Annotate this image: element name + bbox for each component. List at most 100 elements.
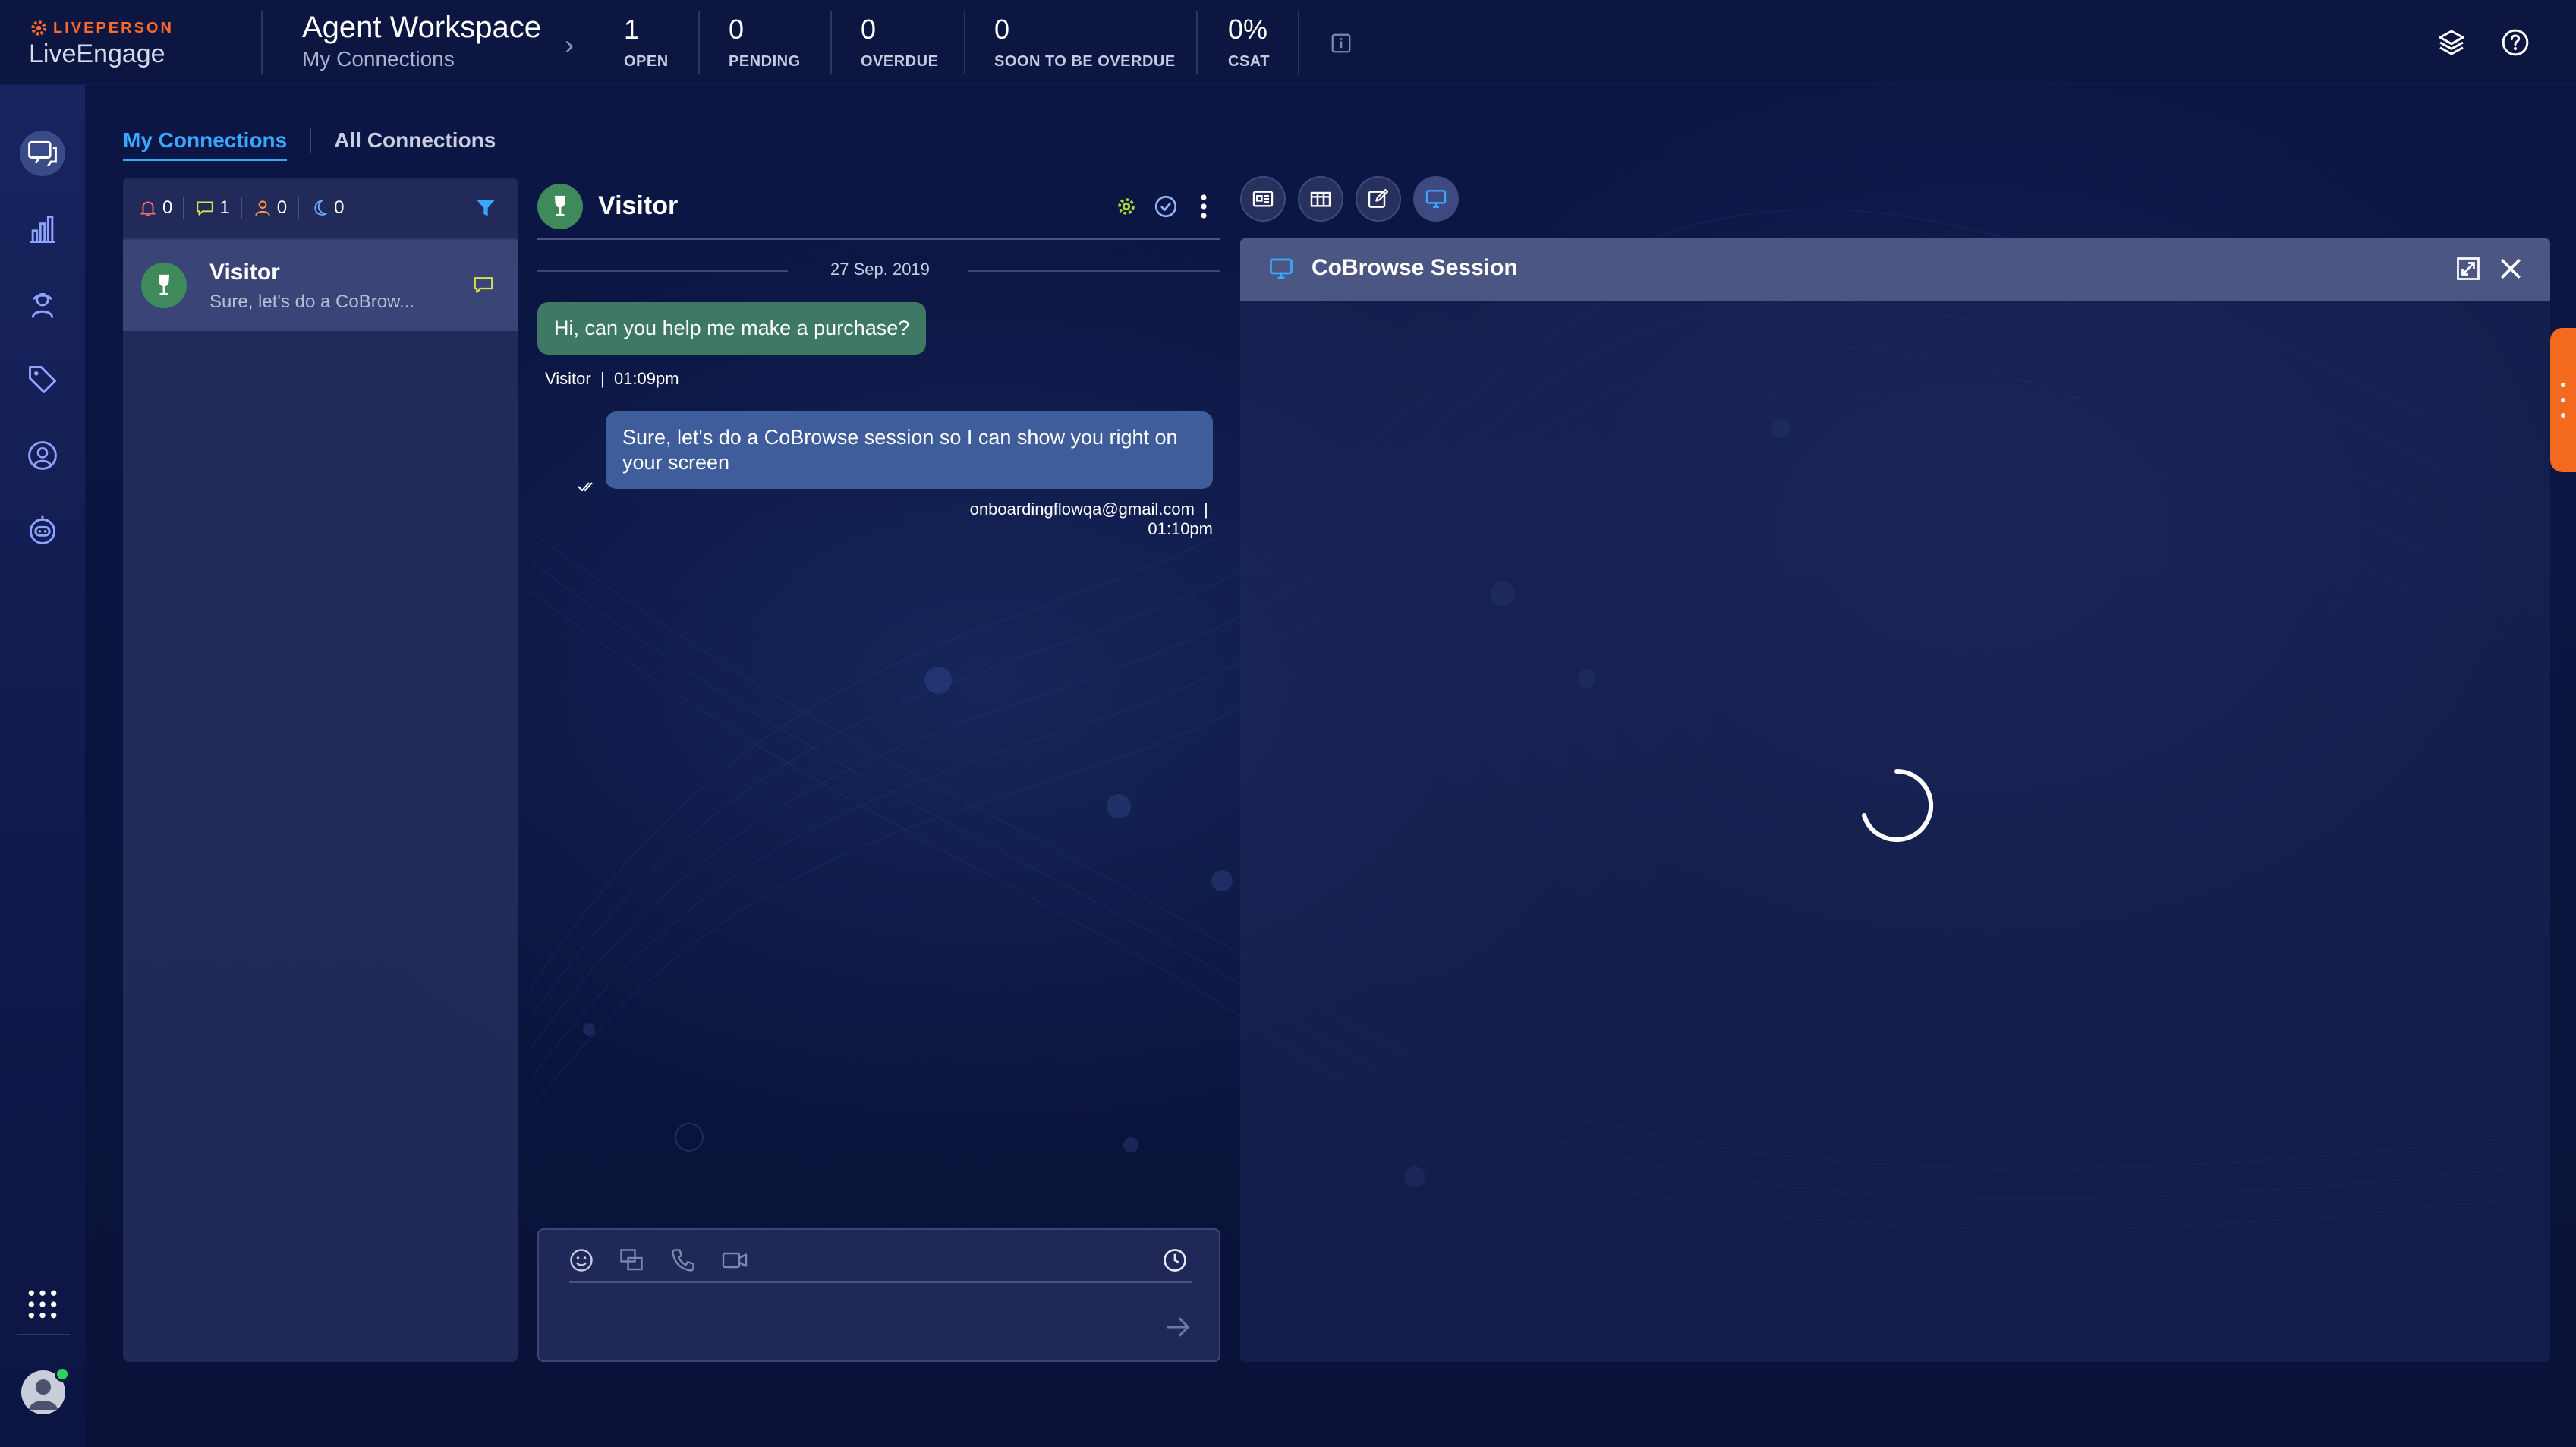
tab-all-connections[interactable]: All Connections bbox=[334, 128, 496, 153]
emoji-icon[interactable] bbox=[568, 1247, 595, 1274]
visitor-message: Hi, can you help me make a purchase? bbox=[537, 302, 927, 355]
stat-pending[interactable]: 0 PENDING bbox=[729, 14, 801, 71]
analytics-icon bbox=[30, 216, 55, 243]
widget-cobrowse-button[interactable] bbox=[1413, 176, 1459, 222]
widget-consumer-info-button[interactable] bbox=[1240, 176, 1286, 222]
side-drawer-handle[interactable] bbox=[2550, 328, 2576, 472]
canned-response-icon[interactable] bbox=[618, 1247, 645, 1274]
divider bbox=[964, 11, 965, 74]
layers-icon[interactable] bbox=[2436, 27, 2467, 58]
phone-icon[interactable] bbox=[669, 1247, 697, 1274]
rail-apps[interactable] bbox=[20, 1281, 65, 1327]
rail-agent-manager[interactable] bbox=[20, 282, 65, 328]
stat-overdue-value: 0 bbox=[861, 14, 877, 45]
widget-notes-button[interactable] bbox=[1356, 176, 1401, 222]
clock-icon[interactable] bbox=[1161, 1247, 1189, 1274]
video-icon[interactable] bbox=[721, 1247, 748, 1274]
rail-contacts[interactable] bbox=[20, 433, 65, 478]
list-item[interactable]: Visitor Sure, let's do a CoBrow... bbox=[123, 240, 518, 331]
rail-bots[interactable] bbox=[20, 507, 65, 553]
stat-soon-overdue[interactable]: 0 SOON TO BE OVERDUE bbox=[994, 14, 1176, 71]
cobrowse-icon bbox=[1270, 258, 1293, 279]
liveperson-gear-icon bbox=[31, 20, 46, 36]
expand-icon[interactable] bbox=[2455, 255, 2482, 282]
divider bbox=[1298, 11, 1299, 74]
tab-my-connections[interactable]: My Connections bbox=[123, 128, 288, 161]
counter-alerts[interactable]: 0 bbox=[138, 197, 172, 219]
chat-icon bbox=[474, 277, 493, 294]
chat-icon bbox=[197, 201, 214, 216]
cobrowse-panel: CoBrowse Session bbox=[1240, 238, 2550, 1362]
divider bbox=[537, 270, 788, 272]
stat-pending-value: 0 bbox=[729, 14, 745, 45]
more-options-icon[interactable] bbox=[1190, 193, 1217, 220]
read-receipt-icon bbox=[578, 482, 593, 492]
chat-date: 27 Sep. 2019 bbox=[830, 260, 930, 279]
close-icon[interactable] bbox=[2496, 254, 2526, 284]
message-time: 01:09pm bbox=[613, 369, 679, 388]
resolve-check-icon[interactable] bbox=[1152, 193, 1179, 220]
wine-glass-icon bbox=[158, 274, 170, 295]
divider bbox=[1196, 11, 1198, 74]
rail-tags[interactable] bbox=[20, 357, 65, 402]
stat-open[interactable]: 1 OPEN bbox=[624, 14, 669, 71]
divider bbox=[17, 1334, 70, 1335]
stat-soon-overdue-value: 0 bbox=[994, 14, 1010, 45]
stat-csat[interactable]: 0% CSAT bbox=[1228, 14, 1270, 71]
bell-icon bbox=[140, 201, 156, 216]
counter-chats-value: 1 bbox=[219, 197, 230, 218]
workspace-title: Agent Workspace bbox=[302, 11, 541, 44]
visitor-avatar bbox=[141, 263, 187, 308]
stat-open-value: 1 bbox=[624, 14, 640, 45]
list-counters: 0 1 0 0 bbox=[123, 178, 518, 240]
divider bbox=[830, 11, 832, 74]
visitor-message-meta: Visitor | 01:09pm bbox=[545, 369, 679, 389]
stat-soon-overdue-label: SOON TO BE OVERDUE bbox=[994, 53, 1176, 70]
stat-overdue-label: OVERDUE bbox=[861, 53, 939, 70]
agent-icon bbox=[31, 292, 54, 318]
widget-transcript-button[interactable] bbox=[1298, 176, 1343, 222]
stat-overdue[interactable]: 0 OVERDUE bbox=[861, 14, 938, 71]
rail-conversations[interactable] bbox=[20, 131, 65, 176]
engagement-gear-icon[interactable] bbox=[1113, 193, 1140, 220]
cobrowse-icon bbox=[1425, 190, 1447, 208]
help-icon[interactable] bbox=[2500, 27, 2530, 58]
meta-separator: | bbox=[595, 369, 609, 388]
chevron-right-icon[interactable]: › bbox=[565, 29, 574, 61]
connection-tabs: My Connections All Connections bbox=[123, 121, 496, 161]
message-composer bbox=[537, 1228, 1220, 1362]
counter-persons-value: 0 bbox=[276, 197, 288, 218]
counter-chats[interactable]: 1 bbox=[195, 197, 230, 219]
meta-separator: | bbox=[1199, 500, 1213, 519]
message-input[interactable] bbox=[569, 1303, 1131, 1345]
rail-analytics[interactable] bbox=[20, 206, 65, 252]
apps-grid-icon bbox=[28, 1290, 57, 1319]
notes-icon bbox=[1368, 188, 1389, 208]
counter-away-value: 0 bbox=[334, 197, 345, 218]
visitor-avatar bbox=[537, 184, 583, 229]
list-item-snippet: Sure, let's do a CoBrow... bbox=[209, 292, 415, 312]
top-bar: LIVEPERSON LiveEngage Agent Workspace My… bbox=[0, 0, 2576, 85]
brand-product: LiveEngage bbox=[29, 39, 165, 68]
divider bbox=[310, 128, 312, 153]
consumer-info-icon bbox=[1252, 191, 1274, 207]
loading-spinner-icon bbox=[1862, 769, 1934, 842]
counter-away[interactable]: 0 bbox=[310, 197, 344, 219]
counter-alerts-value: 0 bbox=[162, 197, 173, 218]
counter-persons[interactable]: 0 bbox=[253, 197, 287, 219]
agent-message-meta: onboardingflowqa@gmail.com | 01:10pm bbox=[900, 500, 1213, 539]
moon-icon bbox=[314, 200, 327, 216]
contacts-icon bbox=[28, 441, 57, 470]
chat-visitor-name: Visitor bbox=[598, 191, 679, 220]
send-arrow-icon[interactable] bbox=[1163, 1312, 1193, 1342]
message-sender: onboardingflowqa@gmail.com bbox=[969, 500, 1195, 519]
left-rail bbox=[0, 85, 85, 1447]
cobrowse-title: CoBrowse Session bbox=[1312, 255, 1518, 280]
divider bbox=[261, 11, 263, 74]
info-icon[interactable] bbox=[1330, 32, 1353, 55]
filter-icon[interactable] bbox=[474, 196, 498, 220]
divider bbox=[698, 11, 700, 74]
stat-csat-value: 0% bbox=[1228, 14, 1268, 45]
divider bbox=[968, 270, 1220, 272]
brand-company: LIVEPERSON bbox=[53, 19, 174, 36]
